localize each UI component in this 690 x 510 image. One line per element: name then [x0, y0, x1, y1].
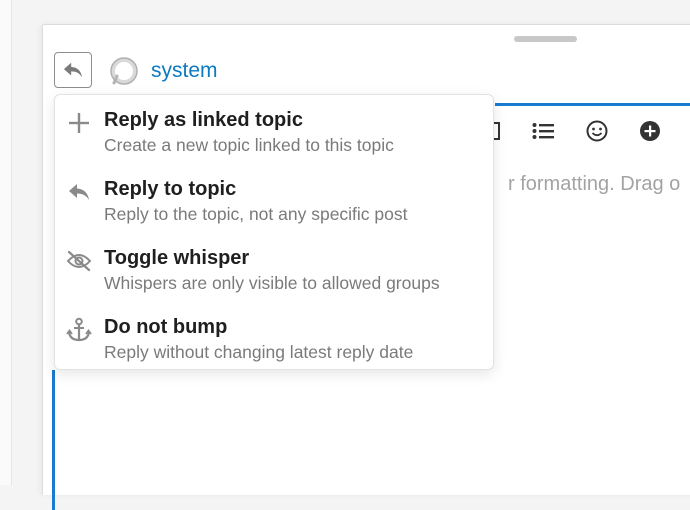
- page-side-strip: [0, 0, 12, 485]
- editor-placeholder[interactable]: r formatting. Drag o: [508, 173, 680, 196]
- menu-item-title: Reply to topic: [104, 178, 237, 200]
- menu-item-title: Do not bump: [104, 316, 228, 338]
- plus-icon: [66, 110, 92, 136]
- menu-item-description: Whispers are only visible to allowed gro…: [104, 273, 440, 293]
- anchor-icon: [66, 317, 92, 343]
- reply-icon: [63, 62, 83, 78]
- editor-focus-border-left: [52, 370, 55, 510]
- menu-item-title: Toggle whisper: [104, 247, 250, 269]
- editor-focus-border-top: [495, 103, 690, 106]
- user-name-link[interactable]: system: [151, 59, 218, 83]
- menu-item-do-not-bump[interactable]: Do not bump Reply without changing lates…: [55, 305, 493, 371]
- menu-item-description: Create a new topic linked to this topic: [104, 135, 394, 155]
- reply-actions-dropdown: Reply as linked topic Create a new topic…: [54, 94, 494, 370]
- reply-icon: [66, 179, 92, 205]
- bullet-list-icon[interactable]: [531, 119, 555, 143]
- user-avatar[interactable]: [109, 56, 139, 86]
- composer-resize-grip[interactable]: [514, 36, 577, 42]
- menu-item-reply-as-linked-topic[interactable]: Reply as linked topic Create a new topic…: [55, 98, 493, 164]
- eye-slash-icon: [66, 248, 92, 274]
- discourse-logo-icon: [110, 57, 138, 85]
- menu-item-description: Reply to the topic, not any specific pos…: [104, 204, 408, 224]
- plus-circle-icon[interactable]: [638, 119, 662, 143]
- menu-item-description: Reply without changing latest reply date: [104, 342, 414, 362]
- reply-actions-button[interactable]: [54, 52, 92, 88]
- emoji-icon[interactable]: [585, 119, 609, 143]
- menu-item-toggle-whisper[interactable]: Toggle whisper Whispers are only visible…: [55, 236, 493, 302]
- menu-item-reply-to-topic[interactable]: Reply to topic Reply to the topic, not a…: [55, 167, 493, 233]
- menu-item-title: Reply as linked topic: [104, 109, 303, 131]
